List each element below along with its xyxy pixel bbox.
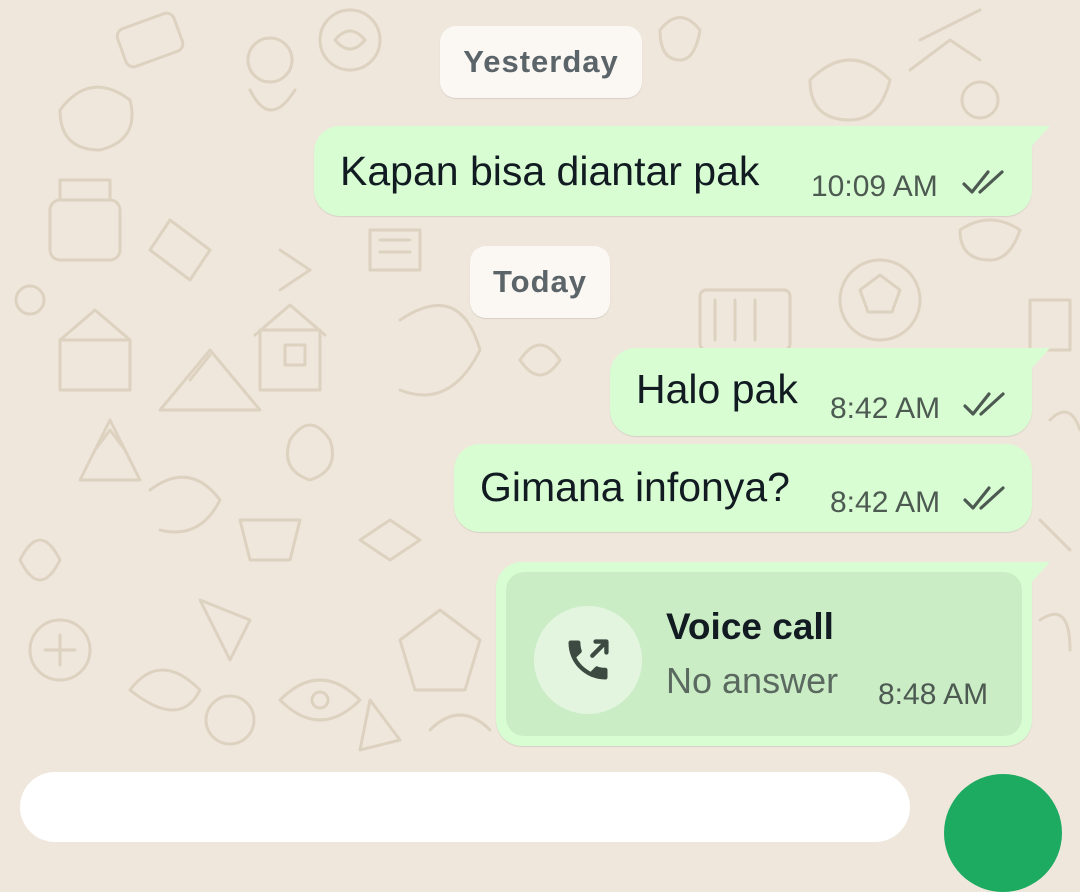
mic-button[interactable] [944,774,1062,892]
date-chip-label: Today [493,264,587,299]
voice-call-title: Voice call [666,606,834,647]
voice-call-bubble[interactable]: Voice call No answer 8:48 AM [496,562,1050,746]
read-receipt-icon [962,170,1004,194]
date-chip-yesterday: Yesterday [440,26,642,98]
date-chip-today: Today [470,246,610,318]
message-time: 10:09 AM [811,170,938,203]
message-text: Halo pak [636,366,798,412]
read-receipt-icon [963,486,1005,510]
read-receipt-icon [963,392,1005,416]
message-input[interactable] [20,772,910,842]
message-time: 8:42 AM [830,392,941,425]
message-bubble-outgoing[interactable]: Gimana infonya? 8:42 AM [454,444,1032,532]
message-time: 8:42 AM [830,486,941,519]
outgoing-call-icon [534,606,642,714]
voice-call-card[interactable]: Voice call No answer 8:48 AM [506,572,1022,736]
bubble-tail [1030,348,1050,370]
bubble-tail [1030,126,1050,148]
bubble-tail [1030,562,1050,584]
message-bubble-outgoing[interactable]: Halo pak 8:42 AM [610,348,1050,436]
message-bubble-outgoing[interactable]: Kapan bisa diantar pak 10:09 AM [314,126,1050,216]
message-text: Gimana infonya? [480,464,790,510]
message-text: Kapan bisa diantar pak [340,148,760,194]
message-time: 8:48 AM [878,678,989,711]
voice-call-status: No answer [666,660,839,701]
date-chip-label: Yesterday [463,44,619,79]
